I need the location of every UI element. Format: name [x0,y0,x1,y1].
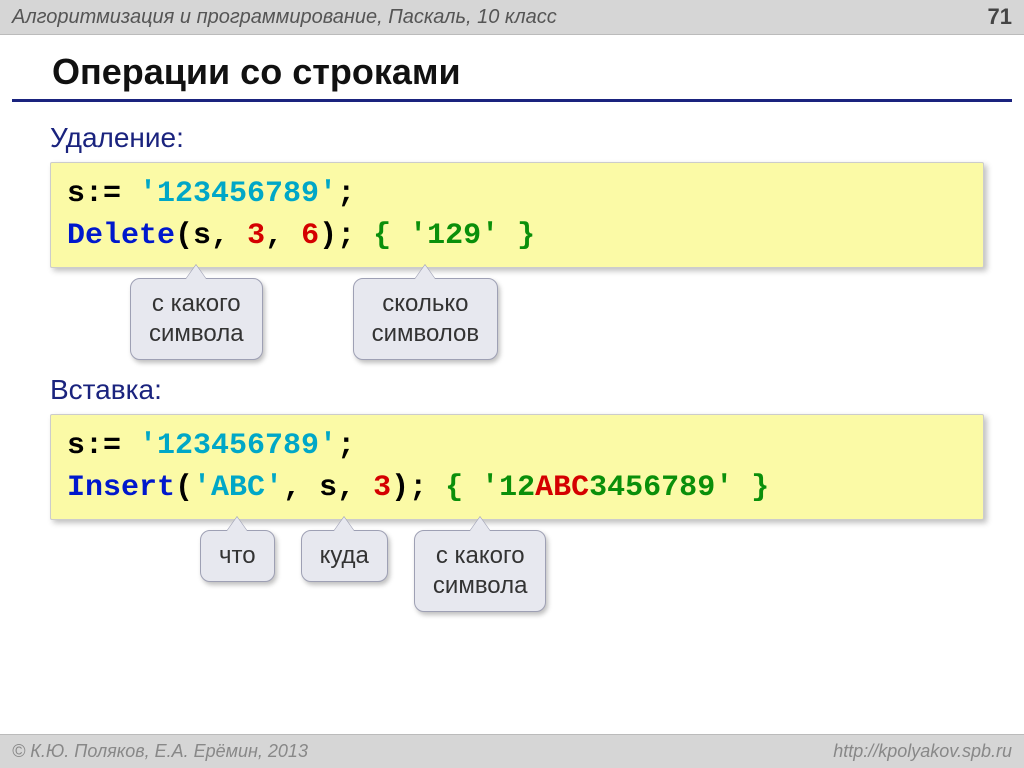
code-token: ( [175,471,193,505]
code-token: ; [337,177,355,211]
page-number: 71 [988,4,1012,30]
callout-where: куда [301,530,388,582]
code-block-insert: s:= '123456789'; Insert('ABC', s, 3); { … [50,414,984,520]
code-token: { '129' } [355,219,535,253]
code-token: 3 [355,471,391,505]
code-token: 3456789 [589,471,715,505]
code-token: s:= [67,429,121,463]
code-token: s, [193,219,229,253]
code-token: Delete [67,219,175,253]
code-token: '123456789' [121,429,337,463]
callout-how-many: сколько символов [353,278,499,360]
code-token: { ' [427,471,499,505]
code-token: ' } [715,471,769,505]
callouts-insert: что куда с какого символа [50,530,984,612]
footer-copyright: © К.Ю. Поляков, Е.А. Ерёмин, 2013 [12,741,308,762]
code-token: 12 [499,471,535,505]
code-token: , [283,471,301,505]
code-token: ); [319,219,355,253]
callout-from-symbol: с какого символа [130,278,263,360]
section-label-insert: Вставка: [50,374,984,406]
code-token: 'ABC' [193,471,283,505]
callout-from-symbol-2: с какого символа [414,530,547,612]
code-token: 3 [229,219,265,253]
slide-header: Алгоритмизация и программирование, Паска… [0,0,1024,35]
code-block-delete: s:= '123456789'; Delete(s, 3, 6); { '129… [50,162,984,268]
callout-what: что [200,530,275,582]
code-token: ABC [535,471,589,505]
slide-content: Удаление: s:= '123456789'; Delete(s, 3, … [0,102,1024,612]
code-token: Insert [67,471,175,505]
slide-footer: © К.Ю. Поляков, Е.А. Ерёмин, 2013 http:/… [0,734,1024,768]
code-token: ( [175,219,193,253]
code-token: s:= [67,177,121,211]
section-label-delete: Удаление: [50,122,984,154]
footer-url: http://kpolyakov.spb.ru [833,741,1012,762]
callouts-delete: с какого символа сколько символов [50,278,984,360]
header-topic: Алгоритмизация и программирование, Паска… [12,6,557,29]
code-token: s, [301,471,355,505]
code-token: ; [337,429,355,463]
code-token: 6 [283,219,319,253]
code-token: , [265,219,283,253]
code-token: ); [391,471,427,505]
code-token: '123456789' [121,177,337,211]
slide-title: Операции со строками [12,35,1012,102]
